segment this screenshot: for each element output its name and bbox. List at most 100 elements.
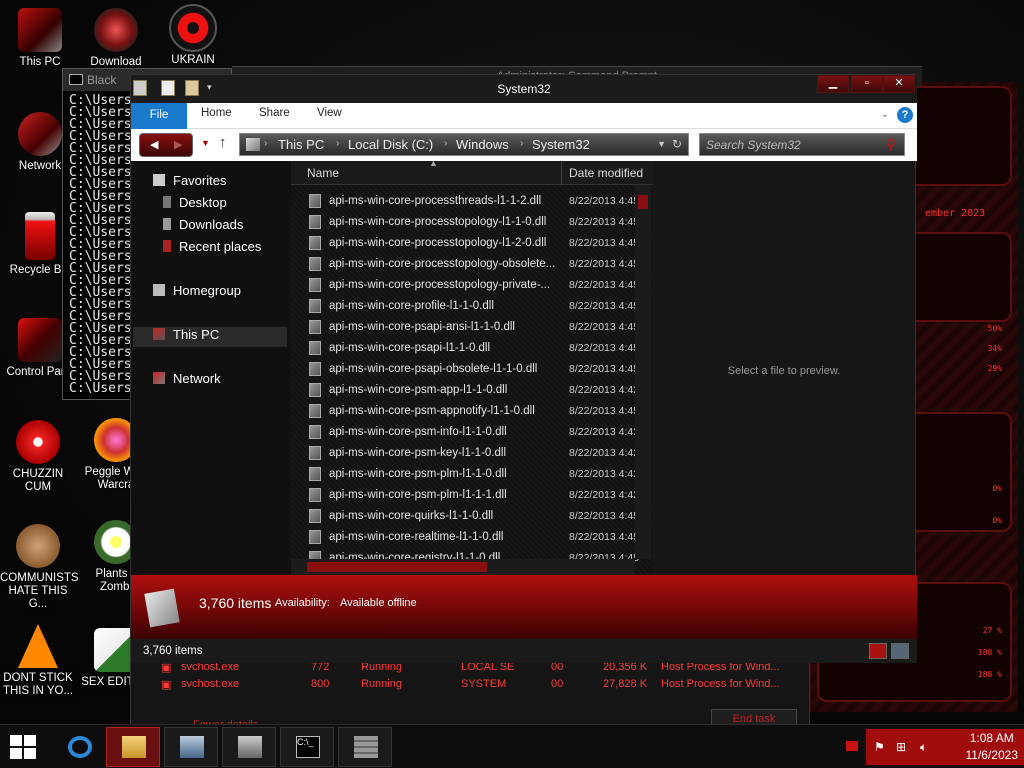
breadcrumb-this-pc[interactable]: This PC — [278, 137, 324, 152]
back-arrow-icon[interactable]: ◀ — [150, 138, 158, 151]
help-icon[interactable]: ? — [897, 107, 913, 123]
column-header-date-modified[interactable]: Date modified — [569, 166, 643, 180]
file-row[interactable]: api-ms-win-core-psm-info-l1-1-0.dll 8/22/… — [309, 422, 639, 443]
breadcrumb-separator-icon[interactable]: › — [444, 138, 447, 149]
dll-file-icon — [309, 278, 321, 292]
taskbar-internet-explorer[interactable] — [52, 727, 106, 767]
up-arrow-icon[interactable]: ↑ — [219, 134, 227, 151]
file-row[interactable]: api-ms-win-core-processtopology-private-… — [309, 275, 639, 296]
file-row[interactable]: api-ms-win-core-quirks-l1-1-0.dll 8/22/20… — [309, 506, 639, 527]
windows-logo-icon — [10, 748, 22, 759]
tab-home[interactable]: Home — [201, 107, 232, 119]
file-name: api-ms-win-core-profile-l1-1-0.dll — [329, 300, 494, 312]
desktop-icon-ukrain[interactable]: UKRAIN — [155, 4, 231, 67]
large-icons-view-button[interactable] — [891, 643, 909, 659]
scrollbar-thumb[interactable] — [307, 562, 487, 572]
nav-item-network[interactable]: Network — [153, 371, 221, 391]
tab-share[interactable]: Share — [259, 107, 290, 119]
breadcrumb-separator-icon[interactable]: › — [264, 138, 267, 149]
scrollbar-thumb[interactable] — [638, 195, 648, 209]
file-row[interactable]: api-ms-win-core-psm-app-l1-1-0.dll 8/22/2… — [309, 380, 639, 401]
breadcrumb-local-disk[interactable]: Local Disk (C:) — [348, 137, 433, 152]
nav-item-homegroup[interactable]: Homegroup — [153, 283, 241, 303]
file-date-modified: 8/22/2013 4:45 — [569, 405, 639, 417]
file-row[interactable]: api-ms-win-core-psm-plm-l1-1-1.dll 8/22/2… — [309, 485, 639, 506]
close-button[interactable]: ✕ — [883, 75, 915, 93]
expand-ribbon-icon[interactable]: ⌄ — [881, 109, 889, 120]
nav-item-label: This PC — [173, 327, 220, 342]
breadcrumb-windows[interactable]: Windows — [456, 137, 509, 152]
tab-file[interactable]: File — [131, 103, 187, 129]
taskbar: C:\_ ⚑ ⊞ 🔈︎ 1:08 AM 11/6/2023 — [0, 724, 1024, 768]
search-icon[interactable]: ⚲ — [886, 136, 896, 153]
network-status-icon[interactable]: ⊞ — [896, 740, 906, 754]
file-row[interactable]: api-ms-win-core-psapi-l1-1-0.dll 8/22/201… — [309, 338, 639, 359]
details-view-button[interactable] — [869, 643, 887, 659]
search-box[interactable]: ⚲ — [699, 133, 905, 156]
clock[interactable]: 1:08 AM 11/6/2023 — [966, 730, 1019, 764]
window-title: System32 — [497, 82, 551, 96]
file-row[interactable]: api-ms-win-core-processtopology-l1-2-0.d… — [309, 233, 639, 254]
action-center-flag-icon[interactable]: ⚑ — [874, 740, 885, 754]
nav-item-this-pc[interactable]: This PC — [133, 327, 287, 347]
breadcrumb-separator-icon[interactable]: › — [336, 138, 339, 149]
taskbar-control-panel[interactable] — [164, 727, 218, 767]
horizontal-scrollbar[interactable] — [291, 559, 635, 575]
dll-file-icon — [309, 488, 321, 502]
column-headers: ▲ Name Date modified — [291, 158, 653, 185]
taskbar-command-prompt[interactable]: C:\_ — [280, 727, 334, 767]
file-row[interactable]: api-ms-win-core-profile-l1-1-0.dll 8/22/2… — [309, 296, 639, 317]
refresh-icon[interactable]: ↻ — [672, 137, 682, 151]
nav-item-recent-places[interactable]: Recent places — [163, 239, 261, 259]
nav-item-favorites[interactable]: Favorites — [153, 173, 226, 193]
column-divider[interactable] — [561, 161, 562, 185]
maximize-button[interactable]: ▫ — [851, 75, 883, 93]
address-dropdown-icon[interactable]: ▼ — [657, 139, 666, 149]
volume-icon[interactable]: 🔈︎ — [920, 740, 927, 755]
file-row[interactable]: api-ms-win-core-processthreads-l1-1-2.dl… — [309, 191, 639, 212]
column-header-name[interactable]: Name — [307, 166, 339, 180]
breadcrumb-system32[interactable]: System32 — [532, 137, 590, 152]
file-row[interactable]: api-ms-win-core-processtopology-obsolete… — [309, 254, 639, 275]
show-hidden-icons-icon[interactable] — [846, 741, 858, 751]
breadcrumb-separator-icon[interactable]: › — [520, 138, 523, 149]
file-row[interactable]: api-ms-win-core-psapi-obsolete-l1-1-0.dl… — [309, 359, 639, 380]
desktop-icon-vlc[interactable]: DONT STICK THIS IN YO... — [0, 624, 76, 698]
availability-label: Availability: — [275, 597, 330, 609]
desktop-icon-this-pc[interactable]: This PC — [2, 8, 78, 69]
explorer-title-bar[interactable]: ▾ System32 ▁ ▫ ✕ — [131, 75, 917, 103]
file-name: api-ms-win-core-quirks-l1-1-0.dll — [329, 510, 494, 522]
download-icon — [94, 8, 138, 52]
file-row[interactable]: api-ms-win-core-realtime-l1-1-0.dll 8/22/… — [309, 527, 639, 548]
taskbar-app[interactable] — [338, 727, 392, 767]
explorer-window[interactable]: ▾ System32 ▁ ▫ ✕ File Home Share View ⌄ … — [130, 74, 917, 663]
dll-file-icon — [309, 320, 321, 334]
taskbar-file-explorer[interactable] — [106, 727, 160, 767]
file-row[interactable]: api-ms-win-core-psm-key-l1-1-0.dll 8/22/2… — [309, 443, 639, 464]
network-icon — [153, 372, 165, 384]
tab-view[interactable]: View — [317, 107, 342, 119]
back-forward-buttons[interactable]: ◀ ▶ — [139, 133, 193, 157]
file-date-modified: 8/22/2013 4:45 — [569, 195, 639, 207]
address-bar[interactable]: › This PC › Local Disk (C:) › Windows › … — [239, 133, 689, 156]
nav-item-downloads[interactable]: Downloads — [163, 217, 243, 237]
recent-locations-dropdown-icon[interactable]: ▼ — [201, 138, 210, 148]
search-input[interactable] — [706, 137, 876, 153]
minimize-button[interactable]: ▁ — [817, 75, 849, 93]
desktop-icon-chuzzin[interactable]: CHUZZIN CUM — [0, 420, 76, 494]
nav-item-desktop[interactable]: Desktop — [163, 195, 227, 215]
desktop-icon-label: UKRAIN — [171, 54, 215, 66]
desktop-icon-communists[interactable]: COMMUNISTS HATE THIS G... — [0, 524, 79, 611]
desktop-icon-download[interactable]: Download — [78, 8, 154, 69]
dll-file-icon — [309, 467, 321, 481]
dll-file-icon — [309, 257, 321, 271]
file-row[interactable]: api-ms-win-core-psm-plm-l1-1-0.dll 8/22/2… — [309, 464, 639, 485]
forward-arrow-icon[interactable]: ▶ — [174, 138, 182, 151]
file-row[interactable]: api-ms-win-core-psm-appnotify-l1-1-0.dll… — [309, 401, 639, 422]
file-row[interactable]: api-ms-win-core-psapi-ansi-l1-1-0.dll 8/2… — [309, 317, 639, 338]
file-date-modified: 8/22/2013 4:42 — [569, 468, 639, 480]
file-row[interactable]: api-ms-win-core-processtopology-l1-1-0.d… — [309, 212, 639, 233]
file-name: api-ms-win-core-psm-key-l1-1-0.dll — [329, 447, 507, 459]
taskbar-task-manager[interactable] — [222, 727, 276, 767]
vertical-scrollbar[interactable] — [635, 185, 651, 559]
